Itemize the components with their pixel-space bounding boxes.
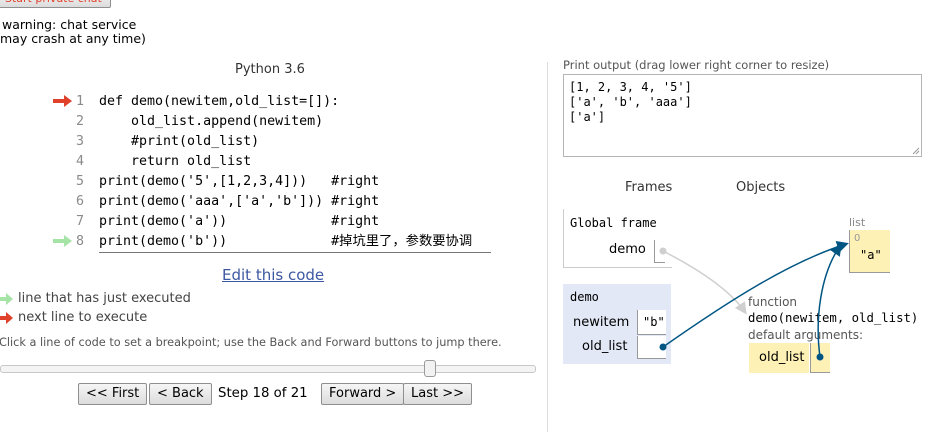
pointer-arrows — [659, 241, 849, 361]
pointer-default-to-list — [817, 243, 842, 358]
pointer-demo-to-function — [662, 250, 747, 315]
